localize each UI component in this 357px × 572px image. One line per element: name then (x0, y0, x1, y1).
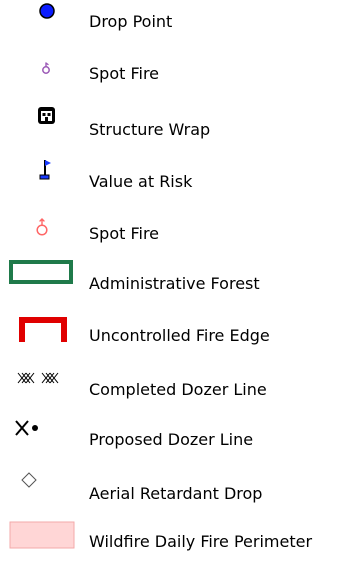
legend-item: Completed Dozer Line (0, 364, 357, 416)
legend-item: Spot Fire (0, 208, 357, 260)
legend-item-label: Completed Dozer Line (89, 380, 267, 399)
legend-item: Value at Risk (0, 156, 357, 208)
administrative-forest-icon (0, 260, 84, 312)
legend-item: Spot Fire (0, 52, 357, 104)
legend-item-label: Proposed Dozer Line (89, 430, 254, 449)
uncontrolled-fire-edge-icon (0, 312, 84, 364)
map-legend: Drop Point Spot Fire Structure Wrap Valu… (0, 0, 357, 560)
value-at-risk-flag-icon (0, 156, 84, 208)
drop-point-icon (0, 0, 84, 52)
legend-item: Aerial Retardant Drop (0, 468, 357, 520)
aerial-retardant-drop-icon (0, 468, 84, 520)
legend-item-label: Spot Fire (89, 224, 160, 243)
legend-item-label: Value at Risk (89, 172, 193, 191)
legend-item-label: Drop Point (89, 12, 173, 31)
legend-item-label: Spot Fire (89, 64, 160, 83)
legend-item: Wildfire Daily Fire Perimeter (0, 520, 357, 572)
legend-item: Structure Wrap (0, 104, 357, 156)
structure-wrap-icon (0, 104, 84, 156)
legend-item: Uncontrolled Fire Edge (0, 312, 357, 364)
legend-item-label: Uncontrolled Fire Edge (89, 326, 270, 345)
legend-item: Drop Point (0, 0, 357, 52)
legend-item-label: Aerial Retardant Drop (89, 484, 263, 503)
legend-item-label: Administrative Forest (89, 274, 260, 293)
legend-item: Proposed Dozer Line (0, 416, 357, 468)
proposed-dozer-line-icon (0, 416, 84, 468)
spot-fire-red-icon (0, 208, 84, 260)
completed-dozer-line-icon (0, 364, 84, 416)
legend-item: Administrative Forest (0, 260, 357, 312)
spot-fire-purple-icon (0, 52, 84, 104)
wildfire-daily-fire-perimeter-icon (0, 520, 84, 572)
legend-item-label: Wildfire Daily Fire Perimeter (89, 532, 313, 551)
legend-item-label: Structure Wrap (89, 120, 211, 139)
